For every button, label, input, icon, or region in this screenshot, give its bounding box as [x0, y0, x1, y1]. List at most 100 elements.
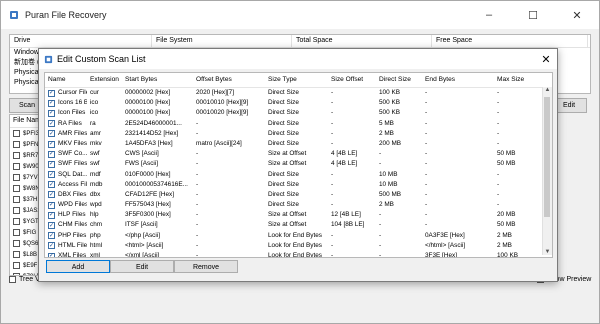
row-checkbox[interactable]: ✓: [48, 181, 55, 189]
file-checkbox[interactable]: [13, 229, 20, 236]
file-checkbox[interactable]: [13, 251, 20, 258]
table-row[interactable]: ✓ DBX Files dbx CFAD12FE [Hex] - Direct Size -…: [45, 190, 552, 200]
file-name: $FIG: [23, 229, 37, 236]
column-name[interactable]: Name: [45, 73, 87, 87]
file-checkbox[interactable]: [13, 174, 20, 181]
size-offset-cell: 4 [4B LE]: [331, 160, 358, 168]
offset-bytes-cell: -: [196, 231, 199, 239]
table-row[interactable]: ✓HTML Fileshtml <html> [Ascii] - Look for E…: [45, 241, 552, 251]
table-row[interactable]: ✓ SWF Co... swf CWS [Ascii] - Size at Offset 4…: [45, 149, 552, 159]
scroll-down-icon[interactable]: ▼: [544, 249, 551, 255]
table-row[interactable]: ✓ HLP Files hlp 3F5F0300 [Hex] - Size at Offs…: [45, 210, 552, 220]
column-total-space[interactable]: Total Space: [292, 35, 432, 47]
file-checkbox[interactable]: [13, 141, 20, 148]
file-checkbox[interactable]: [13, 240, 20, 247]
column-size-type[interactable]: Size Type: [265, 73, 328, 87]
max-size-cell: 50 MB: [497, 150, 516, 158]
scan-list-table[interactable]: Name Extension Start Bytes Offset Bytes …: [44, 72, 553, 258]
max-size-cell: 20 MB: [497, 211, 516, 219]
row-checkbox[interactable]: ✓: [48, 120, 55, 128]
extension-cell: hlp: [90, 211, 99, 219]
table-row[interactable]: ✓ RA Files ra 2E524D46000001... - Direct Size…: [45, 119, 552, 129]
row-checkbox[interactable]: ✓: [48, 211, 55, 219]
row-checkbox[interactable]: ✓: [48, 201, 55, 209]
table-row[interactable]: ✓ CHM Files chm ITSF [Ascii] - Size at Offset…: [45, 220, 552, 230]
table-row[interactable]: ✓ SWF Files swf FWS [Ascii] - Size at Offset 4…: [45, 159, 552, 169]
table-row[interactable]: ✓ AMR Files amr 2321414D52 [Hex] - Direct Siz…: [45, 129, 552, 139]
column-size-offset[interactable]: Size Offset: [328, 73, 376, 87]
row-checkbox[interactable]: ✓: [48, 160, 55, 168]
table-row[interactable]: ✓Icons 16 Bitico 00000100 [Hex] 00010010 […: [45, 98, 552, 108]
row-checkbox[interactable]: ✓: [48, 252, 55, 257]
row-checkbox[interactable]: ✓: [48, 140, 55, 148]
file-checkbox[interactable]: [13, 207, 20, 214]
table-row[interactable]: ✓ SQL Dat... mdf 010F0000 [Hex] - Direct Size…: [45, 170, 552, 180]
row-checkbox[interactable]: ✓: [48, 232, 55, 240]
file-type-name: SWF Files: [58, 160, 87, 168]
end-bytes-cell: -: [425, 170, 428, 178]
end-bytes-cell: -: [425, 160, 428, 168]
start-bytes-cell: 00000100 [Hex]: [125, 109, 171, 117]
row-checkbox[interactable]: ✓: [48, 150, 55, 158]
start-bytes-cell: 2321414D52 [Hex]: [125, 129, 179, 137]
add-button[interactable]: Add: [46, 260, 110, 273]
max-size-cell: 2 MB: [497, 241, 512, 249]
column-end-bytes[interactable]: End Bytes: [422, 73, 494, 87]
file-checkbox[interactable]: [13, 130, 20, 137]
size-type-cell: Size at Offset: [268, 211, 307, 219]
row-checkbox[interactable]: ✓: [48, 99, 55, 107]
row-checkbox[interactable]: ✓: [48, 130, 55, 138]
row-checkbox[interactable]: ✓: [48, 222, 55, 230]
drive-list-header: Drive File System Total Space Free Space: [10, 35, 590, 48]
file-checkbox[interactable]: [13, 152, 20, 159]
row-checkbox[interactable]: ✓: [48, 191, 55, 199]
dialog-close-button[interactable]: ✕: [537, 50, 555, 68]
scroll-up-icon[interactable]: ▲: [544, 87, 551, 93]
table-row[interactable]: ✓ Icon Files ico 00000100 [Hex] 00010020 [He…: [45, 108, 552, 118]
column-start-bytes[interactable]: Start Bytes: [122, 73, 193, 87]
remove-button[interactable]: Remove: [174, 260, 238, 273]
tree-view-option[interactable]: Tree Vi: [9, 276, 41, 283]
dialog-title-bar: Edit Custom Scan List ✕: [39, 49, 557, 69]
minimize-button[interactable]: –: [467, 1, 511, 29]
column-offset-bytes[interactable]: Offset Bytes: [193, 73, 265, 87]
file-checkbox[interactable]: [13, 163, 20, 170]
file-checkbox[interactable]: [13, 218, 20, 225]
maximize-button[interactable]: ☐: [511, 1, 555, 29]
row-checkbox[interactable]: ✓: [48, 89, 55, 97]
column-free-space[interactable]: Free Space: [432, 35, 588, 47]
file-checkbox[interactable]: [13, 262, 20, 269]
start-bytes-cell: 2E524D46000001...: [125, 119, 182, 127]
edit-button[interactable]: Edit: [110, 260, 174, 273]
end-bytes-cell: -: [425, 99, 428, 107]
table-row[interactable]: ✓ MKV Files mkv 1A45DFA3 [Hex] matro [Ascii]…: [45, 139, 552, 149]
size-type-cell: Size at Offset: [268, 221, 307, 229]
extension-cell: ra: [90, 119, 96, 127]
file-checkbox[interactable]: [13, 196, 20, 203]
row-checkbox[interactable]: ✓: [48, 171, 55, 179]
column-direct-size[interactable]: Direct Size: [376, 73, 422, 87]
column-max-size[interactable]: Max Size: [494, 73, 538, 87]
direct-size-cell: -: [379, 211, 382, 219]
extension-cell: dbx: [90, 190, 101, 198]
start-bytes-cell: 3F5F0300 [Hex]: [125, 211, 171, 219]
table-row[interactable]: ✓ XML Files xml </xml [Ascii] - Look for End …: [45, 251, 552, 257]
file-checkbox[interactable]: [13, 185, 20, 192]
table-row[interactable]: ✓ PHP Files php </php [Ascii] - Look for End …: [45, 231, 552, 241]
row-checkbox[interactable]: ✓: [48, 109, 55, 117]
scrollbar-thumb[interactable]: [544, 97, 550, 217]
vertical-scrollbar[interactable]: ▲ ▼: [542, 87, 552, 255]
offset-bytes-cell: -: [196, 170, 199, 178]
table-row[interactable]: ✓Cursor Filescur 00000002 [Hex] 2020 [Hex]…: [45, 88, 552, 98]
table-row[interactable]: ✓ WPD Files wpd FF575043 [Hex] - Direct Size -…: [45, 200, 552, 210]
table-row[interactable]: ✓Access Filesmdb000100005374616E...-Dire…: [45, 180, 552, 190]
tree-view-checkbox[interactable]: [9, 276, 16, 283]
max-size-cell: -: [497, 89, 500, 96]
close-button[interactable]: ✕: [555, 1, 599, 29]
column-drive[interactable]: Drive: [10, 35, 152, 47]
row-checkbox[interactable]: ✓: [48, 242, 55, 250]
start-bytes-cell: FWS [Ascii]: [125, 160, 159, 168]
column-extension[interactable]: Extension: [87, 73, 122, 87]
file-type-name: Access Files: [58, 180, 87, 188]
column-file-system[interactable]: File System: [152, 35, 292, 47]
